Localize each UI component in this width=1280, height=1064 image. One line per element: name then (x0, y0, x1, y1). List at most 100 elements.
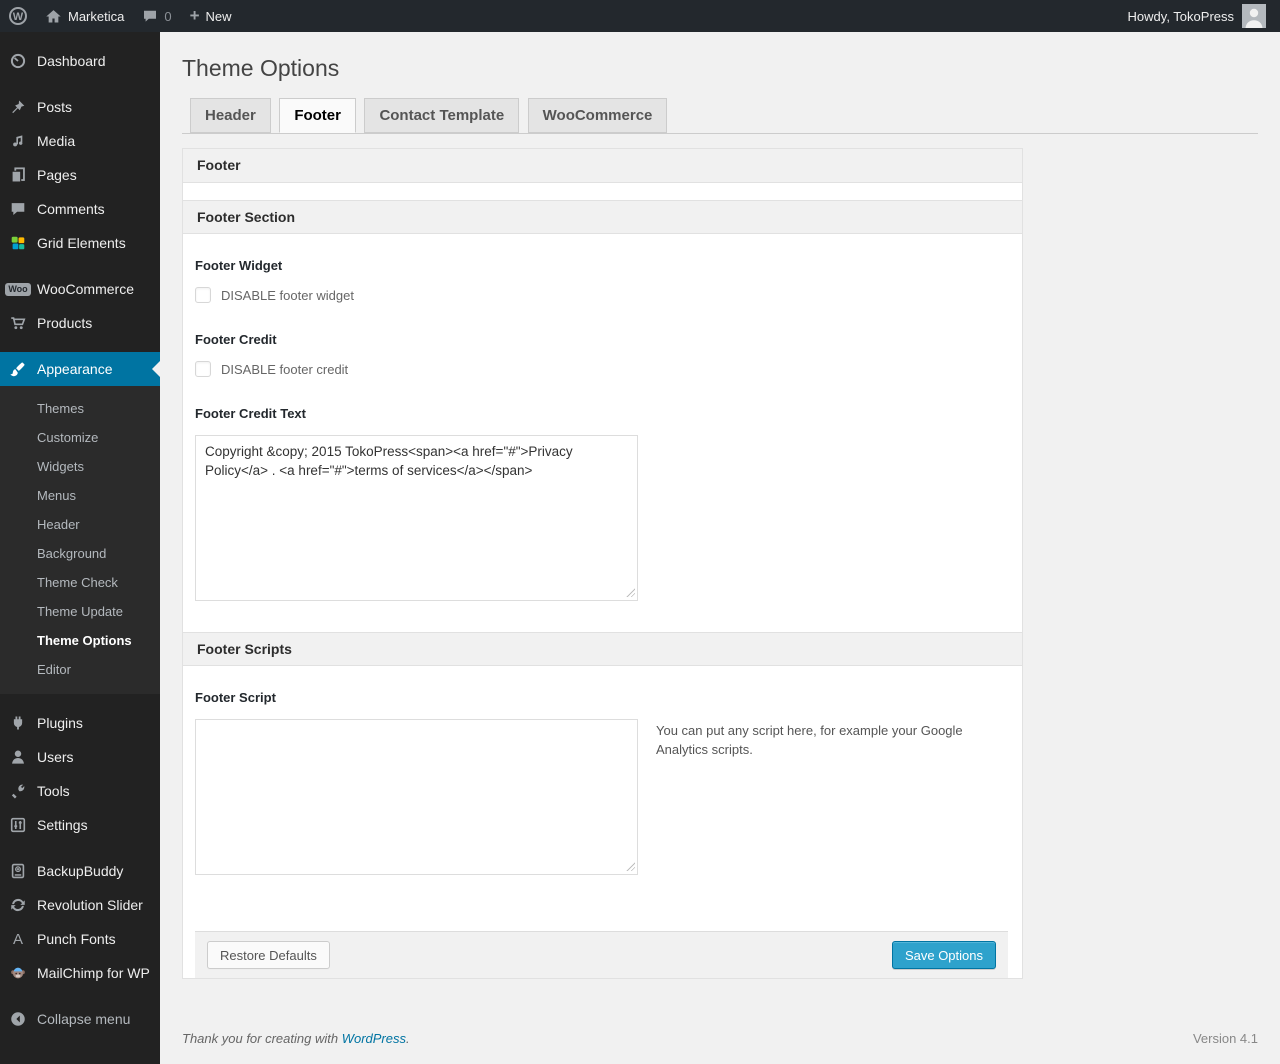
sidebar-item-label: Settings (37, 817, 88, 833)
pages-icon (8, 165, 28, 185)
sidebar-item-woocommerce[interactable]: Woo WooCommerce (0, 272, 160, 306)
wordpress-link[interactable]: WordPress (342, 1031, 406, 1046)
footer-widget-label: Footer Widget (195, 258, 283, 273)
sliders-icon (8, 815, 28, 835)
sidebar-item-label: Collapse menu (37, 1011, 131, 1027)
brush-icon (8, 359, 28, 379)
sidebar-item-comments[interactable]: Comments (0, 192, 160, 226)
footer-widget-checkbox-row[interactable]: DISABLE footer widget (195, 287, 1008, 303)
panel-action-bar: Restore Defaults Save Options (195, 931, 1008, 978)
panel-title-bar: Footer (183, 149, 1022, 183)
footer-scripts-header: Footer Scripts (183, 632, 1022, 666)
monkey-icon (8, 963, 28, 983)
sidebar-item-backupbuddy[interactable]: BackupBuddy (0, 854, 160, 888)
footer-script-textarea[interactable] (195, 719, 638, 875)
tab-bar: Header Footer Contact Template WooCommer… (182, 98, 1258, 134)
submenu-item-editor[interactable]: Editor (0, 655, 160, 684)
footer-credit-text-label: Footer Credit Text (195, 406, 306, 421)
sidebar-item-mailchimp[interactable]: MailChimp for WP (0, 956, 160, 990)
footer-credit-label: Footer Credit (195, 332, 277, 347)
comments-menu[interactable]: 0 (133, 0, 180, 32)
restore-defaults-button[interactable]: Restore Defaults (207, 941, 330, 969)
appearance-submenu: Themes Customize Widgets Menus Header Ba… (0, 386, 160, 694)
submenu-item-customize[interactable]: Customize (0, 423, 160, 452)
submenu-item-theme-options[interactable]: Theme Options (0, 626, 160, 655)
footer-credit-text-textarea[interactable]: Copyright &copy; 2015 TokoPress<span><a … (195, 435, 638, 601)
comment-count: 0 (164, 8, 172, 24)
sidebar-item-label: Users (37, 749, 74, 765)
submenu-item-themes[interactable]: Themes (0, 394, 160, 423)
save-options-button[interactable]: Save Options (891, 941, 996, 969)
sidebar-item-tools[interactable]: Tools (0, 774, 160, 808)
tab-woocommerce[interactable]: WooCommerce (527, 98, 668, 133)
tab-footer[interactable]: Footer (279, 98, 356, 133)
sidebar-item-collapse-menu[interactable]: Collapse menu (0, 1002, 160, 1036)
sidebar-item-revolution-slider[interactable]: Revolution Slider (0, 888, 160, 922)
sidebar-item-users[interactable]: Users (0, 740, 160, 774)
dashboard-icon (8, 51, 28, 71)
footer-section-body: Footer Widget DISABLE footer widget Foot… (183, 234, 1022, 632)
howdy-text: Howdy, TokoPress (1127, 8, 1234, 24)
sidebar-item-label: Appearance (37, 361, 113, 377)
footer-credit-checkbox-label: DISABLE footer credit (221, 361, 349, 377)
site-link[interactable]: Marketica (36, 0, 133, 32)
submenu-item-menus[interactable]: Menus (0, 481, 160, 510)
theme-options-panel: Footer Footer Section Footer Widget DISA… (182, 148, 1023, 979)
sidebar-item-punch-fonts[interactable]: A Punch Fonts (0, 922, 160, 956)
sidebar-item-products[interactable]: Products (0, 306, 160, 340)
footer-widget-checkbox[interactable] (195, 287, 211, 303)
wordpress-logo-icon: W (9, 7, 27, 25)
plus-icon: + (189, 6, 200, 25)
submenu-item-header[interactable]: Header (0, 510, 160, 539)
footer-credit-checkbox[interactable] (195, 361, 211, 377)
admin-footer: Thank you for creating with WordPress. V… (182, 1031, 1258, 1046)
home-icon (45, 8, 62, 25)
sidebar-item-appearance[interactable]: Appearance (0, 352, 160, 386)
sidebar-item-posts[interactable]: Posts (0, 90, 160, 124)
tab-contact-template[interactable]: Contact Template (364, 98, 520, 133)
footer-scripts-body: Footer Script You can put any script her… (183, 666, 1022, 978)
sidebar-item-label: Punch Fonts (37, 931, 116, 947)
footer-script-label: Footer Script (195, 690, 276, 705)
sidebar-item-label: Dashboard (37, 53, 106, 69)
sidebar-item-label: Revolution Slider (37, 897, 143, 913)
footer-script-help-text: You can put any script here, for example… (656, 723, 963, 757)
sidebar-item-label: BackupBuddy (37, 863, 124, 879)
grid-elements-icon (8, 233, 28, 253)
new-label: New (205, 8, 232, 24)
new-menu[interactable]: + New (181, 0, 241, 32)
tab-header[interactable]: Header (190, 98, 271, 133)
plug-icon (8, 713, 28, 733)
sidebar-item-label: Pages (37, 167, 77, 183)
sidebar-item-settings[interactable]: Settings (0, 808, 160, 842)
footer-thanks-text: Thank you for creating with WordPress. (182, 1031, 410, 1046)
wrench-icon (8, 781, 28, 801)
sidebar-item-label: MailChimp for WP (37, 965, 150, 981)
sidebar-item-label: Products (37, 315, 93, 331)
avatar (1242, 4, 1266, 28)
sidebar-item-media[interactable]: Media (0, 124, 160, 158)
submenu-item-theme-check[interactable]: Theme Check (0, 568, 160, 597)
comment-icon (8, 199, 28, 219)
page-title: Theme Options (182, 55, 340, 81)
sidebar-item-label: Media (37, 133, 76, 149)
sidebar-item-dashboard[interactable]: Dashboard (0, 44, 160, 78)
footer-widget-checkbox-label: DISABLE footer widget (221, 287, 354, 303)
site-name: Marketica (68, 8, 125, 24)
sidebar-item-label: Plugins (37, 715, 83, 731)
sidebar-item-label: Tools (37, 783, 70, 799)
user-icon (8, 747, 28, 767)
backup-drive-icon (8, 861, 28, 881)
wordpress-logo-menu[interactable]: W (0, 0, 36, 32)
submenu-item-widgets[interactable]: Widgets (0, 452, 160, 481)
sidebar-item-plugins[interactable]: Plugins (0, 706, 160, 740)
account-menu[interactable]: Howdy, TokoPress (1128, 4, 1280, 28)
footer-credit-checkbox-row[interactable]: DISABLE footer credit (195, 361, 1008, 377)
submenu-item-theme-update[interactable]: Theme Update (0, 597, 160, 626)
pushpin-icon (8, 97, 28, 117)
sidebar-item-grid-elements[interactable]: Grid Elements (0, 226, 160, 260)
submenu-item-background[interactable]: Background (0, 539, 160, 568)
media-icon (8, 131, 28, 151)
sidebar-item-pages[interactable]: Pages (0, 158, 160, 192)
woocommerce-badge-icon: Woo (5, 279, 31, 299)
